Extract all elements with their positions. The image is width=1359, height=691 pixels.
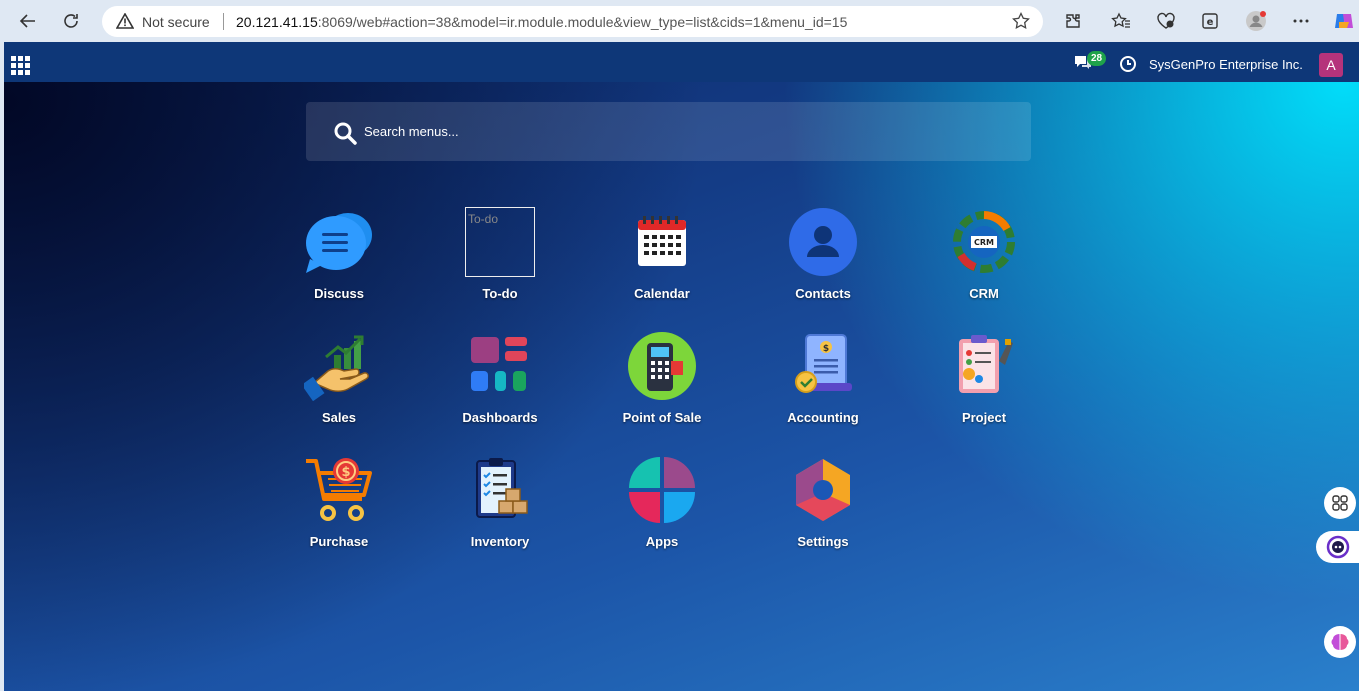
app-label: Purchase <box>309 534 369 549</box>
more-icon[interactable] <box>1290 10 1312 32</box>
broken-image-icon: To-do <box>465 207 535 277</box>
refresh-icon[interactable] <box>59 9 83 33</box>
app-label: Point of Sale <box>622 410 702 425</box>
extensions-icon[interactable] <box>1062 10 1084 32</box>
activities-clock-icon[interactable] <box>1119 55 1137 78</box>
app-label: Contacts <box>795 286 851 301</box>
search-menus-box[interactable] <box>306 102 1031 161</box>
app-label: Calendar <box>634 286 690 301</box>
project-clipboard-icon <box>959 335 1013 393</box>
app-tile-project[interactable]: Project <box>924 331 1044 441</box>
pos-terminal-icon <box>628 332 696 400</box>
url-host: 20.121.41.15 <box>236 14 318 30</box>
app-label: Apps <box>645 534 679 549</box>
dashboard-blocks-icon <box>471 337 527 391</box>
profile-icon[interactable] <box>1245 10 1267 32</box>
user-avatar[interactable]: A <box>1319 53 1343 77</box>
app-label: Sales <box>322 410 356 425</box>
divider <box>223 13 224 30</box>
app-tile-contacts[interactable]: Contacts <box>763 207 883 317</box>
app-tile-todo[interactable]: To-do To-do <box>440 207 560 317</box>
app-label: Dashboards <box>462 410 538 425</box>
svg-text:$: $ <box>341 465 350 480</box>
browser-essentials-icon[interactable] <box>1155 10 1177 32</box>
app-label: To-do <box>482 286 518 301</box>
app-tile-accounting[interactable]: $ Accounting <box>763 331 883 441</box>
assistant-button[interactable] <box>1316 531 1359 563</box>
app-tile-purchase[interactable]: $ Purchase <box>279 455 399 565</box>
app-tile-point-of-sale[interactable]: Point of Sale <box>602 331 722 441</box>
warning-icon <box>115 12 135 34</box>
company-switcher[interactable]: SysGenPro Enterprise Inc. <box>1149 57 1303 72</box>
url-text: 20.121.41.15:8069/web#action=38&model=ir… <box>236 14 847 30</box>
svg-text:CRM: CRM <box>974 238 994 247</box>
app-label: Accounting <box>787 410 859 425</box>
inventory-clipboard-icon <box>476 458 528 518</box>
crm-gear-icon: CRM <box>953 211 1015 273</box>
sales-hand-icon <box>304 335 369 401</box>
app-label: Inventory <box>470 534 530 549</box>
app-tile-discuss[interactable]: Discuss <box>279 207 399 317</box>
assistant-face-icon <box>1326 535 1349 559</box>
chat-bubbles-icon <box>306 213 372 273</box>
app-label: Discuss <box>314 286 364 301</box>
browser-toolbar: Not secure 20.121.41.15:8069/web#action=… <box>0 0 1359 42</box>
brain-icon <box>1331 634 1349 650</box>
app-tile-sales[interactable]: Sales <box>279 331 399 441</box>
widget-grid-button[interactable] <box>1324 487 1356 519</box>
app-tile-apps[interactable]: Apps <box>602 455 722 565</box>
app-label: Settings <box>797 534 849 549</box>
svg-text:e: e <box>1207 17 1214 28</box>
grid-icon <box>1332 495 1348 511</box>
app-tile-crm[interactable]: CRM CRM <box>924 207 1044 317</box>
svg-text:$: $ <box>823 344 829 354</box>
apps-menu-icon[interactable] <box>11 56 31 75</box>
settings-hexagon-icon <box>796 459 850 521</box>
shopping-cart-icon: $ <box>306 458 372 521</box>
ai-brain-button[interactable] <box>1324 626 1356 658</box>
url-path: :8069/web#action=38&model=ir.module.modu… <box>317 14 848 30</box>
top-navbar: 28 SysGenPro Enterprise Inc. A <box>4 42 1359 82</box>
app-container: 28 SysGenPro Enterprise Inc. A Discuss T… <box>4 42 1359 691</box>
back-icon[interactable] <box>16 9 40 33</box>
address-bar[interactable]: Not secure 20.121.41.15:8069/web#action=… <box>102 6 1043 37</box>
app-label: CRM <box>969 286 999 301</box>
calendar-icon <box>638 216 686 266</box>
messages-count-badge: 28 <box>1087 51 1106 66</box>
copilot-icon[interactable] <box>1333 10 1355 32</box>
favorites-icon[interactable] <box>1110 10 1132 32</box>
app-label: Project <box>961 410 1007 425</box>
app-tile-calendar[interactable]: Calendar <box>602 207 722 317</box>
collections-icon[interactable]: e <box>1199 10 1221 32</box>
security-label: Not secure <box>142 14 210 30</box>
app-tile-dashboards[interactable]: Dashboards <box>440 331 560 441</box>
search-menus-input[interactable] <box>364 120 964 142</box>
bookmark-star-icon[interactable] <box>1012 11 1030 35</box>
search-icon <box>333 121 357 150</box>
apps-quadrants-icon <box>629 457 695 523</box>
accounting-document-icon: $ <box>795 334 852 393</box>
app-tile-inventory[interactable]: Inventory <box>440 455 560 565</box>
app-tile-settings[interactable]: Settings <box>763 455 883 565</box>
person-icon <box>789 208 857 276</box>
image-alt-text: To-do <box>468 212 499 226</box>
